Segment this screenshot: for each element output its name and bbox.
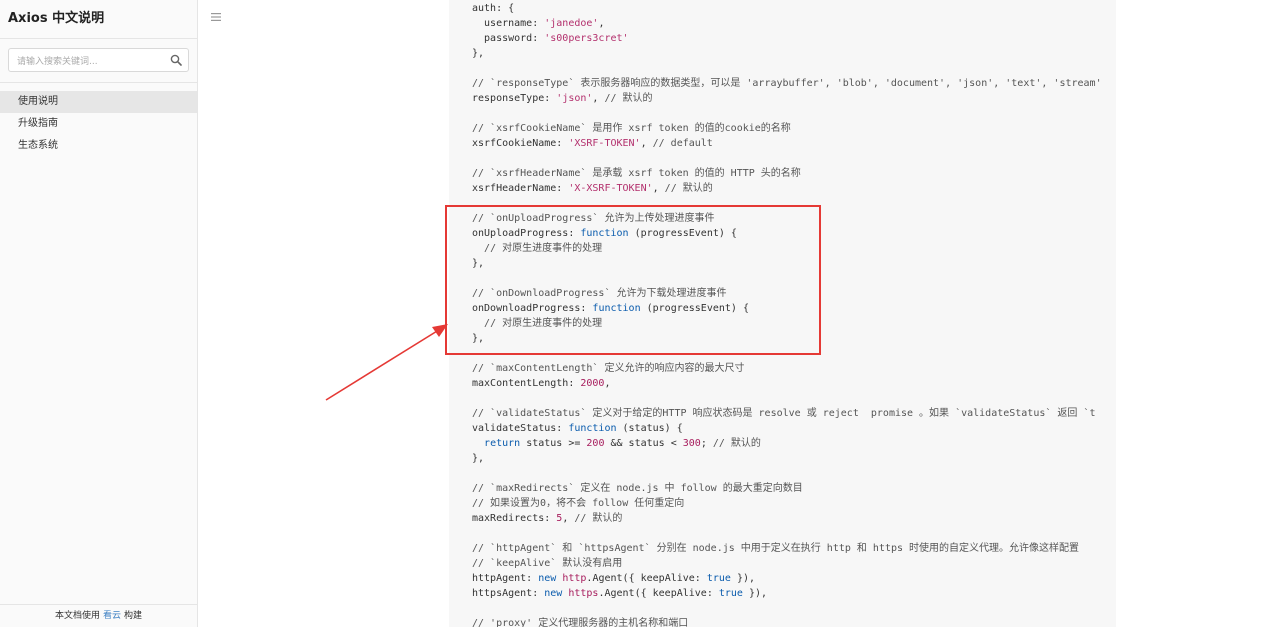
code-line: responseType: 'json', // 默认的	[472, 93, 653, 104]
code-line: ​	[472, 466, 1116, 481]
code-line: auth: {	[472, 3, 515, 14]
annotation-highlight-box	[445, 205, 821, 355]
footer-link[interactable]: 看云	[103, 611, 121, 621]
search-icon[interactable]	[170, 54, 182, 66]
code-line: xsrfHeaderName: 'X-XSRF-TOKEN', // 默认的	[472, 183, 713, 194]
code-line: ​	[472, 151, 1116, 166]
sidebar-item-upgrade-guide[interactable]: 升级指南	[0, 113, 197, 135]
footer-prefix: 本文档使用	[54, 611, 100, 621]
code-line: maxRedirects: 5, // 默认的	[472, 513, 623, 524]
code-line: validateStatus: function (status) {	[472, 423, 683, 434]
code-line: xsrfCookieName: 'XSRF-TOKEN', // default	[472, 138, 713, 149]
search-input[interactable]	[9, 51, 167, 73]
code-line: // `responseType` 表示服务器响应的数据类型，可以是 'arra…	[472, 78, 1102, 89]
code-line: // `httpAgent` 和 `httpsAgent` 分别在 node.j…	[472, 543, 1080, 554]
code-line: ​	[472, 601, 1116, 616]
sidebar-footer: 本文档使用 看云 构建	[0, 604, 197, 627]
sidebar: Axios 中文说明 使用说明 升级指南 生态系统 本文档使用看云构建	[0, 0, 198, 627]
code-line: // 如果设置为0，将不会 follow 任何重定向	[472, 498, 685, 509]
search-box	[8, 48, 189, 73]
code-line: // 'proxy' 定义代理服务器的主机名称和端口	[472, 618, 689, 627]
code-line: // `maxRedirects` 定义在 node.js 中 follow 的…	[472, 483, 803, 494]
code-line: ​	[472, 391, 1116, 406]
search-area	[0, 39, 197, 83]
code-line: // `validateStatus` 定义对于给定的HTTP 响应状态码是 r…	[472, 408, 1096, 419]
code-line: },	[472, 453, 485, 464]
code-line: // `maxContentLength` 定义允许的响应内容的最大尺寸	[472, 363, 745, 374]
sidebar-item-ecosystem[interactable]: 生态系统	[0, 135, 197, 157]
footer-suffix: 构建	[124, 611, 143, 621]
code-line: httpsAgent: new https.Agent({ keepAlive:…	[472, 588, 768, 599]
code-line: },	[472, 48, 485, 59]
code-line: ​	[472, 526, 1116, 541]
site-title[interactable]: Axios 中文说明	[0, 0, 197, 39]
hamburger-menu-icon[interactable]	[210, 11, 222, 23]
sidebar-nav: 使用说明 升级指南 生态系统	[0, 91, 197, 157]
code-line: // `xsrfCookieName` 是用作 xsrf token 的值的co…	[472, 123, 791, 134]
code-line: ​	[472, 61, 1116, 76]
code-line: // `keepAlive` 默认没有启用	[472, 558, 623, 569]
code-line: maxContentLength: 2000,	[472, 378, 611, 389]
code-line: username: 'janedoe',	[472, 18, 605, 29]
code-line: httpAgent: new http.Agent({ keepAlive: t…	[472, 573, 756, 584]
annotation-arrow-icon	[325, 324, 448, 401]
code-line: password: 's00pers3cret'	[472, 33, 629, 44]
code-line: ​	[472, 106, 1116, 121]
code-line: // `xsrfHeaderName` 是承载 xsrf token 的值的 H…	[472, 168, 801, 179]
code-line: return status >= 200 && status < 300; //…	[484, 438, 761, 449]
sidebar-item-usage[interactable]: 使用说明	[0, 91, 197, 113]
